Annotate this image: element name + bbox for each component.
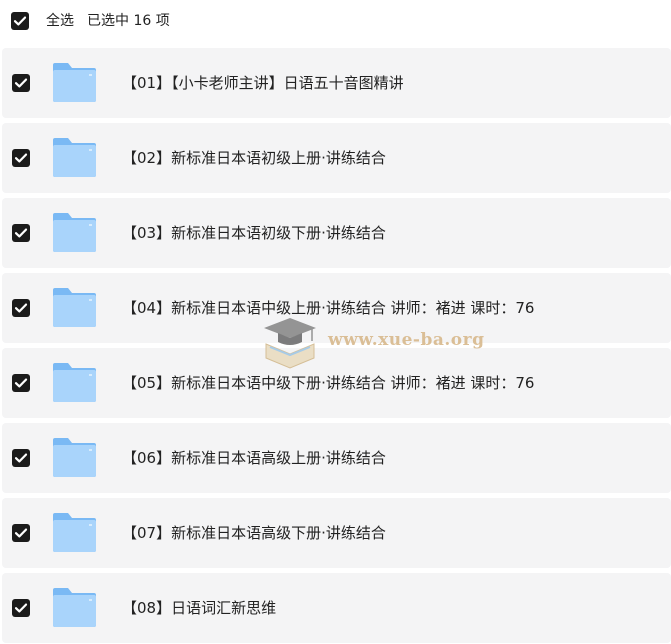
checkmark-icon: [14, 228, 28, 238]
folder-icon: [51, 286, 98, 329]
folder-icon: [51, 436, 98, 479]
folder-name[interactable]: 【05】新标准日本语中级下册·讲练结合 讲师：褚进 课时：76: [122, 372, 534, 394]
folder-icon: [51, 211, 98, 254]
list-item[interactable]: 【03】新标准日本语初级下册·讲练结合: [2, 198, 671, 268]
list-item[interactable]: 【06】新标准日本语高级上册·讲练结合: [2, 423, 671, 493]
folder-icon: [51, 511, 98, 554]
list-item[interactable]: 【05】新标准日本语中级下册·讲练结合 讲师：褚进 课时：76: [2, 348, 671, 418]
list-item[interactable]: 【02】新标准日本语初级上册·讲练结合: [2, 123, 671, 193]
row-checkbox[interactable]: [12, 449, 30, 467]
select-all-checkbox[interactable]: [11, 12, 29, 30]
folder-name[interactable]: 【03】新标准日本语初级下册·讲练结合: [122, 222, 386, 244]
folder-name[interactable]: 【01】【小卡老师主讲】日语五十音图精讲: [122, 72, 404, 94]
folder-icon: [51, 61, 98, 104]
checkmark-icon: [14, 153, 28, 163]
list-item[interactable]: 【01】【小卡老师主讲】日语五十音图精讲: [2, 48, 671, 118]
row-checkbox[interactable]: [12, 224, 30, 242]
checkmark-icon: [14, 378, 28, 388]
folder-icon: [51, 136, 98, 179]
folder-icon: [51, 586, 98, 629]
checkmark-icon: [14, 78, 28, 88]
row-checkbox[interactable]: [12, 149, 30, 167]
checkmark-icon: [13, 16, 27, 26]
row-checkbox[interactable]: [12, 299, 30, 317]
folder-name[interactable]: 【04】新标准日本语中级上册·讲练结合 讲师：褚进 课时：76: [122, 297, 534, 319]
folder-name[interactable]: 【06】新标准日本语高级上册·讲练结合: [122, 447, 386, 469]
row-checkbox[interactable]: [12, 374, 30, 392]
checkmark-icon: [14, 453, 28, 463]
folder-name[interactable]: 【02】新标准日本语初级上册·讲练结合: [122, 147, 386, 169]
folder-name[interactable]: 【07】新标准日本语高级下册·讲练结合: [122, 522, 386, 544]
folder-name[interactable]: 【08】日语词汇新思维: [122, 597, 276, 619]
list-item[interactable]: 【08】日语词汇新思维: [2, 573, 671, 643]
selection-header: 全选 已选中 16 项: [0, 0, 671, 44]
checkmark-icon: [14, 528, 28, 538]
list-item[interactable]: 【04】新标准日本语中级上册·讲练结合 讲师：褚进 课时：76: [2, 273, 671, 343]
row-checkbox[interactable]: [12, 599, 30, 617]
folder-icon: [51, 361, 98, 404]
list-item[interactable]: 【07】新标准日本语高级下册·讲练结合: [2, 498, 671, 568]
row-checkbox[interactable]: [12, 74, 30, 92]
select-all-label[interactable]: 全选: [46, 11, 74, 31]
selected-count-text: 已选中 16 项: [87, 13, 170, 29]
checkmark-icon: [14, 603, 28, 613]
checkmark-icon: [14, 303, 28, 313]
row-checkbox[interactable]: [12, 524, 30, 542]
